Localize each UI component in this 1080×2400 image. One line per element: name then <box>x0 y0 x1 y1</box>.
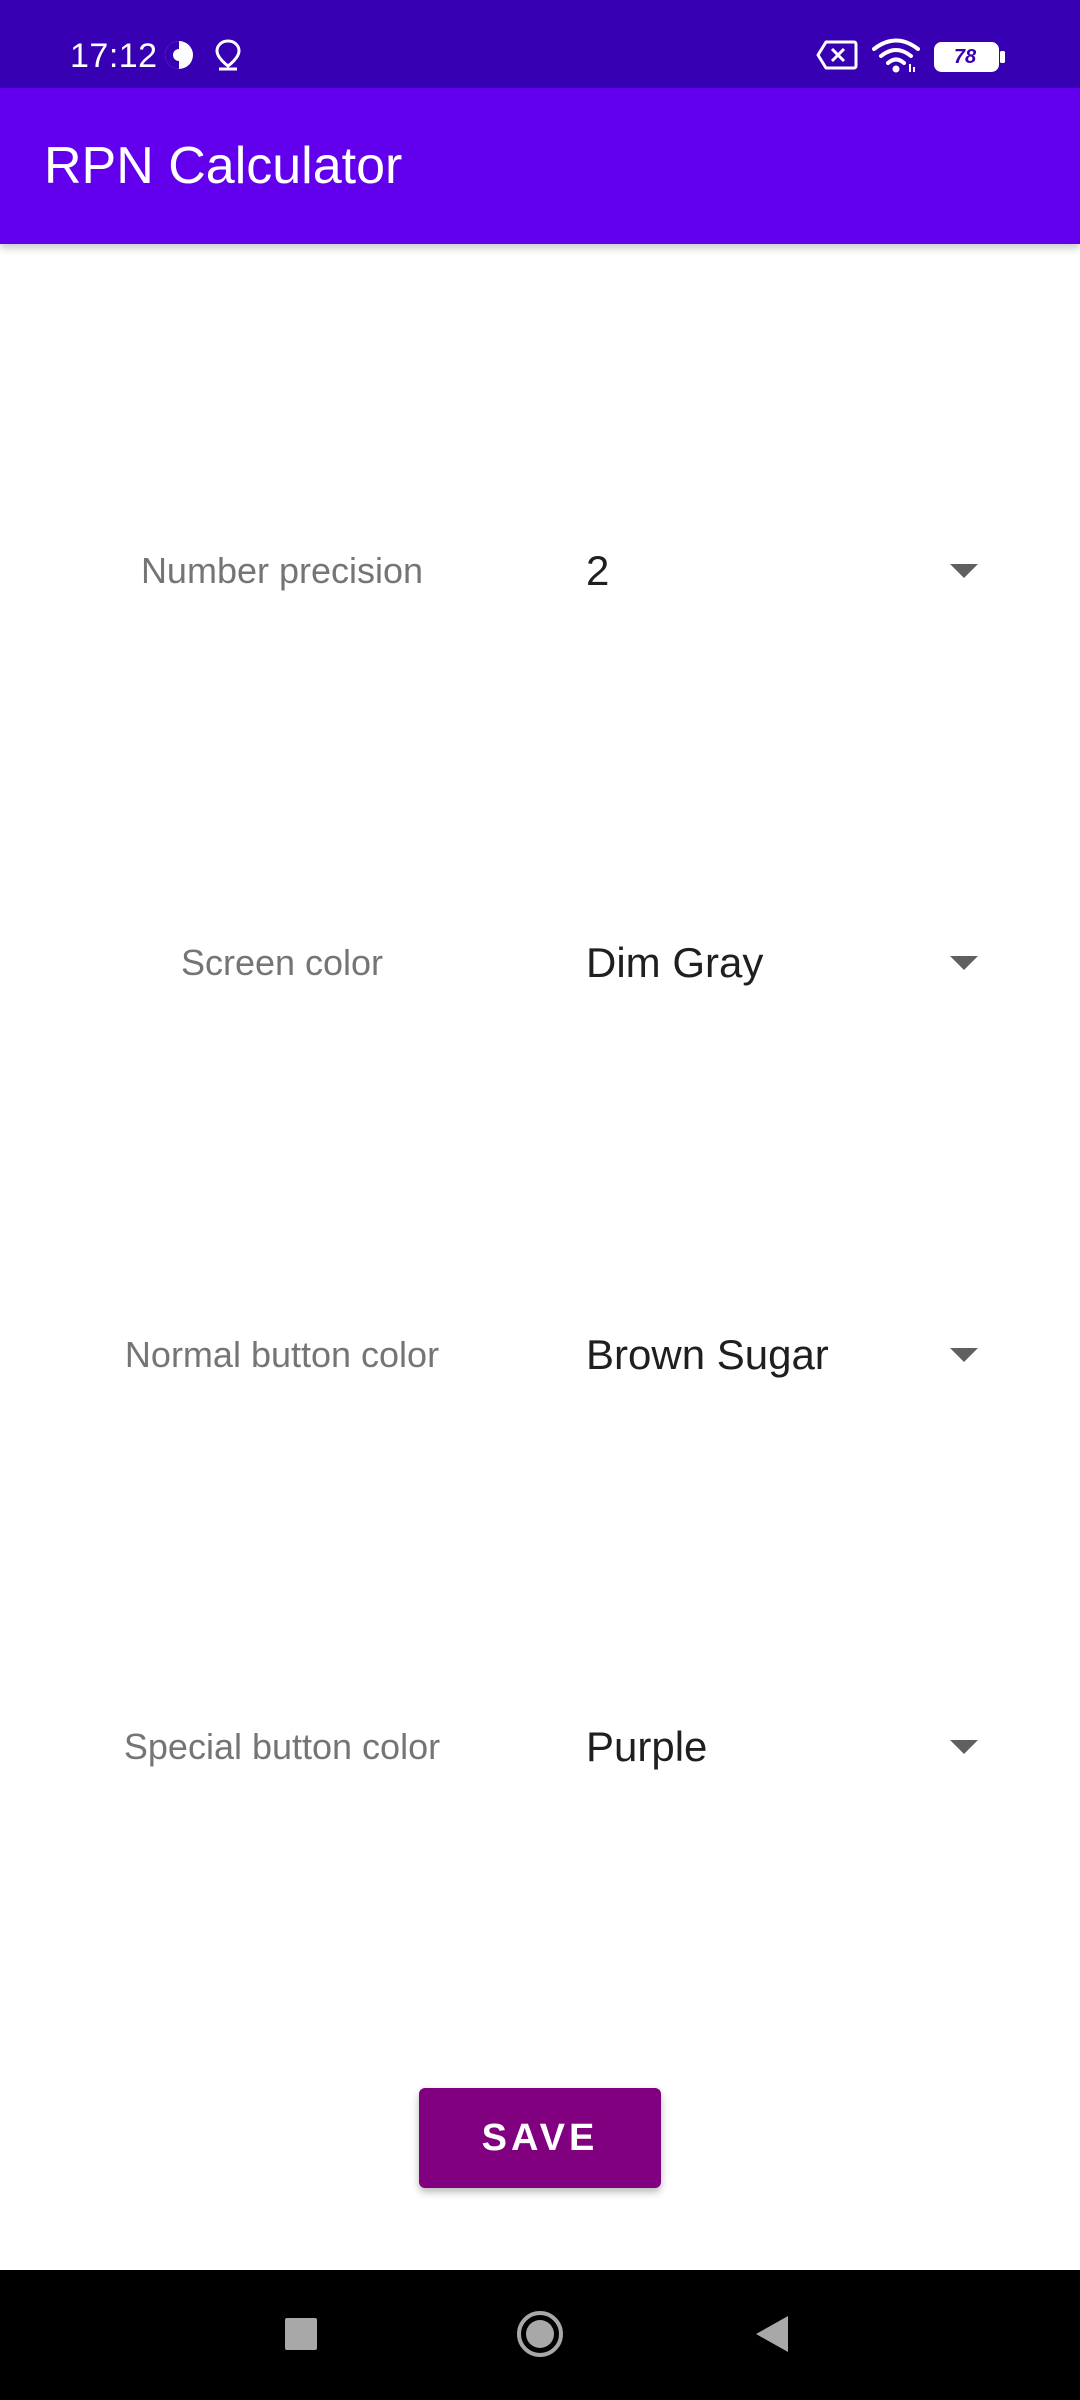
number-precision-label: Number precision <box>140 550 424 591</box>
special-button-color-dropdown[interactable]: Purple <box>586 1707 996 1787</box>
app-bar: RPN Calculator <box>0 88 1080 244</box>
status-bar: 17:12 78 <box>0 0 1080 88</box>
status-time: 17:12 <box>70 37 158 75</box>
sim-no-signal-icon <box>816 40 858 70</box>
setting-row-normal-button-color: Normal button color Brown Sugar <box>0 1295 1080 1415</box>
normal-button-color-dropdown[interactable]: Brown Sugar <box>586 1315 996 1395</box>
normal-button-color-value: Brown Sugar <box>586 1331 829 1378</box>
normal-button-color-label: Normal button color <box>124 1334 440 1375</box>
special-button-color-label: Special button color <box>123 1726 441 1767</box>
dropdown-arrow-icon <box>950 1348 978 1362</box>
number-precision-dropdown[interactable]: 2 <box>586 531 996 611</box>
dropdown-arrow-icon <box>950 564 978 578</box>
special-button-color-value: Purple <box>586 1723 708 1770</box>
settings-screen: 17:12 78 RPN Calculator Number precision… <box>0 0 1080 2400</box>
screen-color-dropdown[interactable]: Dim Gray <box>586 923 996 1003</box>
screen-color-value: Dim Gray <box>586 939 764 986</box>
data-saver-icon <box>165 41 193 69</box>
app-title: RPN Calculator <box>44 137 403 195</box>
dropdown-arrow-icon <box>950 1740 978 1754</box>
location-icon <box>215 39 241 71</box>
wifi-icon <box>872 38 920 73</box>
navigation-bar <box>0 2270 1080 2400</box>
back-icon[interactable] <box>754 2314 790 2354</box>
setting-row-screen-color: Screen color Dim Gray <box>0 903 1080 1023</box>
save-button[interactable]: SAVE <box>419 2088 661 2188</box>
setting-row-number-precision: Number precision 2 <box>0 511 1080 631</box>
number-precision-value: 2 <box>586 547 610 594</box>
screen-color-label: Screen color <box>180 942 384 983</box>
dropdown-arrow-icon <box>950 956 978 970</box>
setting-row-special-button-color: Special button color Purple <box>0 1687 1080 1807</box>
home-icon[interactable] <box>516 2310 564 2358</box>
battery-level: 78 <box>953 46 977 68</box>
recents-icon[interactable] <box>284 2317 318 2351</box>
